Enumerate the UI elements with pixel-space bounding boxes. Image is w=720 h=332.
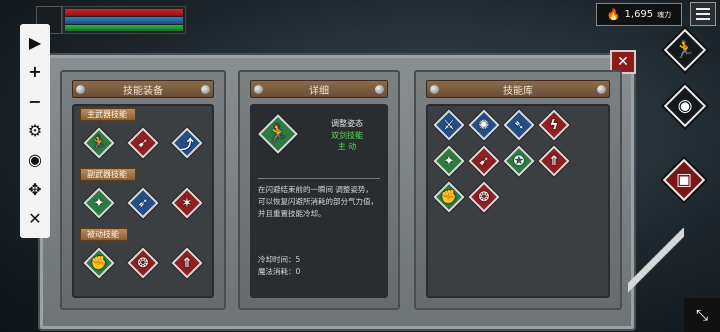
zoom-out-icon[interactable]: − (28, 92, 41, 112)
skill-detail-panel: 详细 🏃 调整姿态 双剑技能 主 动 在闪避结束前的一瞬间 调整姿势，可以恢复闪… (238, 70, 400, 310)
inspect-action-button[interactable]: ◉ (663, 84, 707, 128)
soul-flame-icon: 🔥 (606, 8, 621, 21)
skill-slot[interactable]: ✺ (468, 109, 500, 141)
skill-category: 双剑技能 主 动 (310, 130, 384, 152)
equipment-slots: 主武器技能 🏃 ➹ ⤴ 副武器技能 ✦ ➶ ✶ 被动技能 ✊ ❂ ⇑ (72, 104, 214, 298)
play-icon[interactable]: ▶ (29, 33, 41, 53)
charge-figure-icon: ➹ (137, 135, 149, 151)
skill-slot[interactable]: ➶ (127, 187, 159, 219)
spine-icon: ❂ (478, 189, 490, 205)
section-label: 副武器技能 (80, 168, 136, 181)
soul-counter: 🔥 1,695 魂力 (596, 3, 682, 26)
panel-title-equipment: 技能装备 (72, 80, 214, 98)
skill-mana-cost: 魔法消耗：0 (258, 267, 301, 276)
throw-figure-icon: ➶ (137, 195, 149, 211)
dash-figure-icon: 🏃 (267, 124, 289, 144)
skill-library-panel: 技能库 ⚔ ✺ ➴ ϟ ✦ ➹ ✪ ⇑ ✊ ❂ (414, 70, 622, 310)
skill-slot[interactable]: ✊ (83, 247, 115, 279)
skill-cooldown: 冷却时间：5 (258, 255, 301, 264)
skill-name: 调整姿态 (331, 119, 363, 128)
eye-icon: ◉ (677, 96, 693, 116)
skill-slot[interactable]: ⤴ (171, 127, 203, 159)
move-icon[interactable]: ✥ (28, 180, 41, 200)
power-figure-icon: ✦ (443, 153, 455, 169)
health-bar (65, 9, 183, 16)
skill-book-action-button[interactable]: ▣ (662, 158, 706, 202)
skill-slot[interactable]: ⚔ (433, 109, 465, 141)
skill-slot[interactable]: ⇑ (538, 145, 570, 177)
skill-slot[interactable]: ❂ (127, 247, 159, 279)
fire-slash-icon: ϟ (549, 117, 559, 133)
sword-rise-icon: ⇑ (548, 153, 560, 169)
section-label: 主武器技能 (80, 108, 136, 121)
skill-slot[interactable]: ✦ (433, 145, 465, 177)
expand-icon[interactable]: ⤡ (684, 298, 720, 332)
skill-slot[interactable]: ✦ (83, 187, 115, 219)
kick-figure-icon: ✪ (513, 153, 525, 169)
status-bars (62, 6, 186, 34)
view-icon[interactable]: ◉ (28, 150, 42, 170)
zoom-in-icon[interactable]: + (28, 62, 41, 82)
slash-figure-icon: ⚔ (443, 117, 455, 133)
library-grid: ⚔ ✺ ➴ ϟ ✦ ➹ ✪ ⇑ ✊ ❂ (426, 104, 610, 298)
section-label: 被动技能 (80, 228, 128, 241)
settings-icon[interactable]: ⚙ (28, 121, 42, 141)
sword-up-icon: ⇑ (181, 255, 193, 271)
sword-decoration (628, 228, 684, 308)
panel-title-library: 技能库 (426, 80, 610, 98)
skill-category-label: 双剑技能 (331, 131, 363, 140)
skill-slot[interactable]: ✶ (171, 187, 203, 219)
skill-equipment-panel: 技能装备 主武器技能 🏃 ➹ ⤴ 副武器技能 ✦ ➶ ✶ 被动技能 ✊ ❂ ⇑ (60, 70, 226, 310)
soul-unit: 魂力 (657, 10, 672, 19)
close-icon: ✕ (617, 54, 629, 70)
dash-action-button[interactable]: 🏃 (663, 28, 707, 72)
leap-figure-icon: ⤴ (180, 137, 194, 153)
skill-slot[interactable]: ➴ (503, 109, 535, 141)
skill-description: 在闪避结束前的一瞬间 调整姿势，可以恢复闪避所消耗的部分气力值，并且重置技能冷却… (258, 185, 378, 218)
mana-bar (65, 17, 183, 24)
close-icon[interactable]: ✕ (28, 209, 41, 229)
arm-muscle-icon: ✊ (90, 255, 108, 271)
skill-slot[interactable]: ⇑ (171, 247, 203, 279)
detail-content: 🏃 调整姿态 双剑技能 主 动 在闪避结束前的一瞬间 调整姿势，可以恢复闪避所消… (250, 104, 388, 298)
soul-value: 1,695 (624, 9, 654, 20)
arm-muscle-icon: ✊ (440, 189, 458, 205)
spine-icon: ❂ (137, 255, 149, 271)
skill-type-label: 主 动 (337, 142, 357, 151)
skill-slot[interactable]: ❂ (468, 181, 500, 213)
book-icon: ▣ (675, 170, 693, 190)
blade-burst-icon: ➴ (513, 117, 525, 133)
skill-slot[interactable]: ➹ (468, 145, 500, 177)
spin-figure-icon: ✺ (478, 117, 490, 133)
divider (258, 178, 380, 179)
skill-slot[interactable]: ✪ (503, 145, 535, 177)
claw-slash-icon: ✶ (181, 195, 193, 211)
menu-icon (696, 8, 710, 10)
skill-slot[interactable]: ✊ (433, 181, 465, 213)
overlay-toolbar: ▶ + − ⚙ ◉ ✥ ✕ (20, 24, 50, 238)
lunge-figure-icon: ➹ (478, 153, 490, 169)
dash-figure-icon: 🏃 (674, 40, 696, 60)
strength-figure-icon: ✦ (93, 195, 105, 211)
dash-figure-icon: 🏃 (90, 135, 108, 151)
menu-button[interactable] (690, 2, 716, 26)
panel-title-detail: 详细 (250, 80, 388, 98)
skill-slot[interactable]: ➹ (127, 127, 159, 159)
skill-slot[interactable]: 🏃 (83, 127, 115, 159)
stamina-bar (65, 25, 183, 31)
selected-skill-icon: 🏃 (258, 114, 298, 154)
skill-slot[interactable]: ϟ (538, 109, 570, 141)
